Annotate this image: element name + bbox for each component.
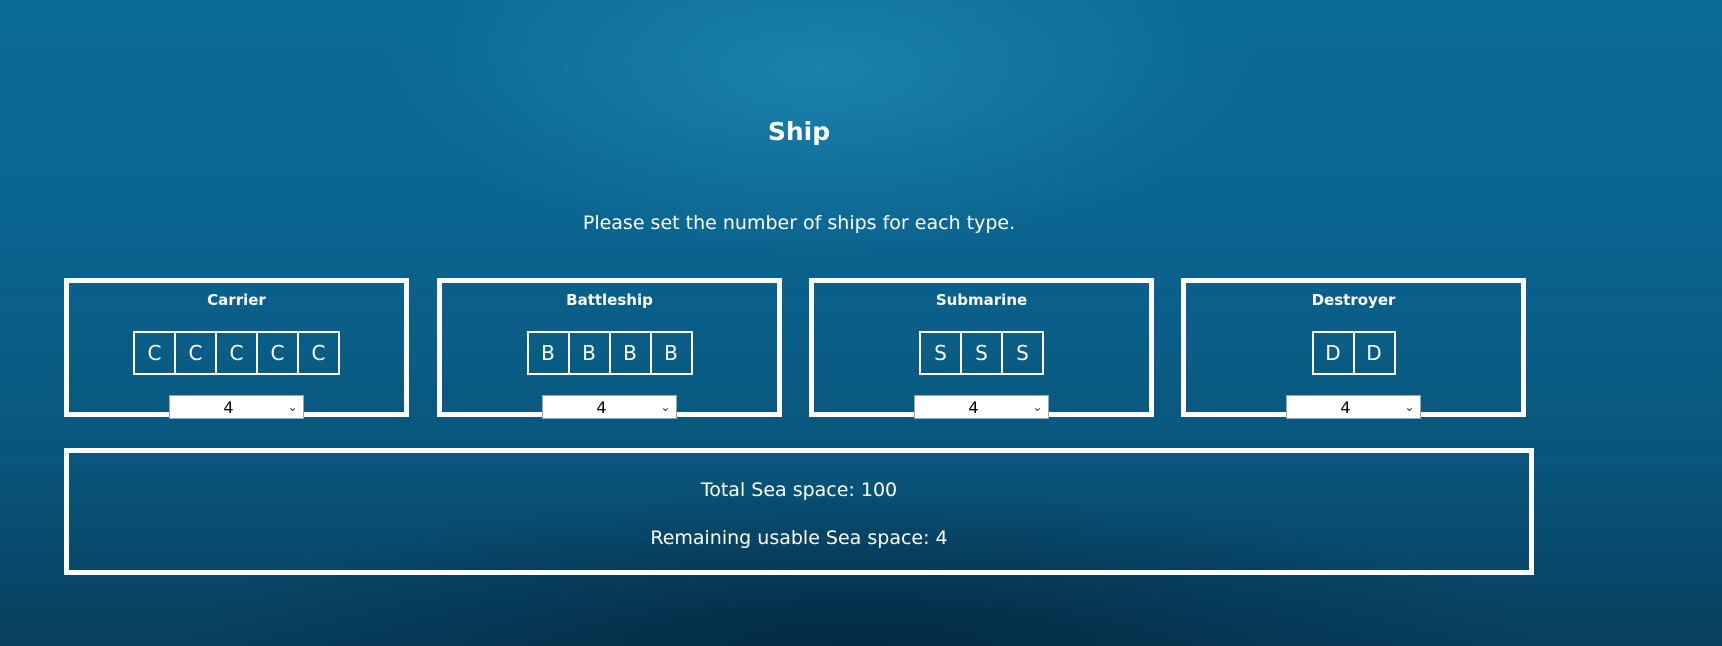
ship-cell: S xyxy=(960,331,1003,375)
ship-cell: S xyxy=(1001,331,1044,375)
page-title: Ship xyxy=(767,117,831,146)
submarine-count-value: 4 xyxy=(968,398,979,417)
ship-cells-submarine: S S S xyxy=(814,331,1149,375)
ship-cells-carrier: C C C C C xyxy=(69,331,404,375)
destroyer-count-select[interactable]: 4 ⌄ xyxy=(1285,395,1421,419)
chevron-down-icon: ⌄ xyxy=(1404,400,1415,414)
carrier-count-value: 4 xyxy=(223,398,234,417)
chevron-down-icon: ⌄ xyxy=(660,400,671,414)
ship-cell: B xyxy=(649,331,693,375)
ship-cell: C xyxy=(256,331,299,375)
ship-name-carrier: Carrier xyxy=(207,291,266,309)
ship-name-destroyer: Destroyer xyxy=(1311,291,1396,309)
ship-card-submarine: Submarine S S S 4 ⌄ xyxy=(809,278,1154,419)
submarine-count-select[interactable]: 4 ⌄ xyxy=(913,395,1049,419)
ship-name-battleship: Battleship xyxy=(566,291,653,309)
destroyer-count-value: 4 xyxy=(1340,398,1351,417)
remaining-sea-space: Remaining usable Sea space: 4 xyxy=(650,527,948,549)
ship-card-destroyer: Destroyer D D 4 ⌄ xyxy=(1181,278,1526,419)
total-sea-space: Total Sea space: 100 xyxy=(700,479,898,501)
ship-cells-battleship: B B B B xyxy=(442,331,777,375)
sea-space-summary: Total Sea space: 100 Remaining usable Se… xyxy=(64,448,1534,575)
ship-cells-destroyer: D D xyxy=(1186,331,1521,375)
ship-cell: C xyxy=(215,331,258,375)
ship-cell: C xyxy=(174,331,217,375)
carrier-count-select[interactable]: 4 ⌄ xyxy=(168,395,304,419)
chevron-down-icon: ⌄ xyxy=(1032,400,1043,414)
ship-cell: D xyxy=(1352,331,1396,375)
ship-cell: B xyxy=(526,331,570,375)
ship-cell: B xyxy=(567,331,611,375)
ship-cell: C xyxy=(133,331,176,375)
ship-cell: S xyxy=(919,331,962,375)
ship-card-battleship: Battleship B B B B 4 ⌄ xyxy=(437,278,782,419)
chevron-down-icon: ⌄ xyxy=(287,400,298,414)
battleship-count-value: 4 xyxy=(596,398,607,417)
ship-card-carrier: Carrier C C C C C 4 ⌄ xyxy=(64,278,409,419)
ship-name-submarine: Submarine xyxy=(935,291,1028,309)
battleship-count-select[interactable]: 4 ⌄ xyxy=(541,395,677,419)
ship-cell: D xyxy=(1311,331,1355,375)
ship-cell: C xyxy=(297,331,340,375)
ship-cell: B xyxy=(608,331,652,375)
instructions-text: Please set the number of ships for each … xyxy=(582,212,1016,234)
